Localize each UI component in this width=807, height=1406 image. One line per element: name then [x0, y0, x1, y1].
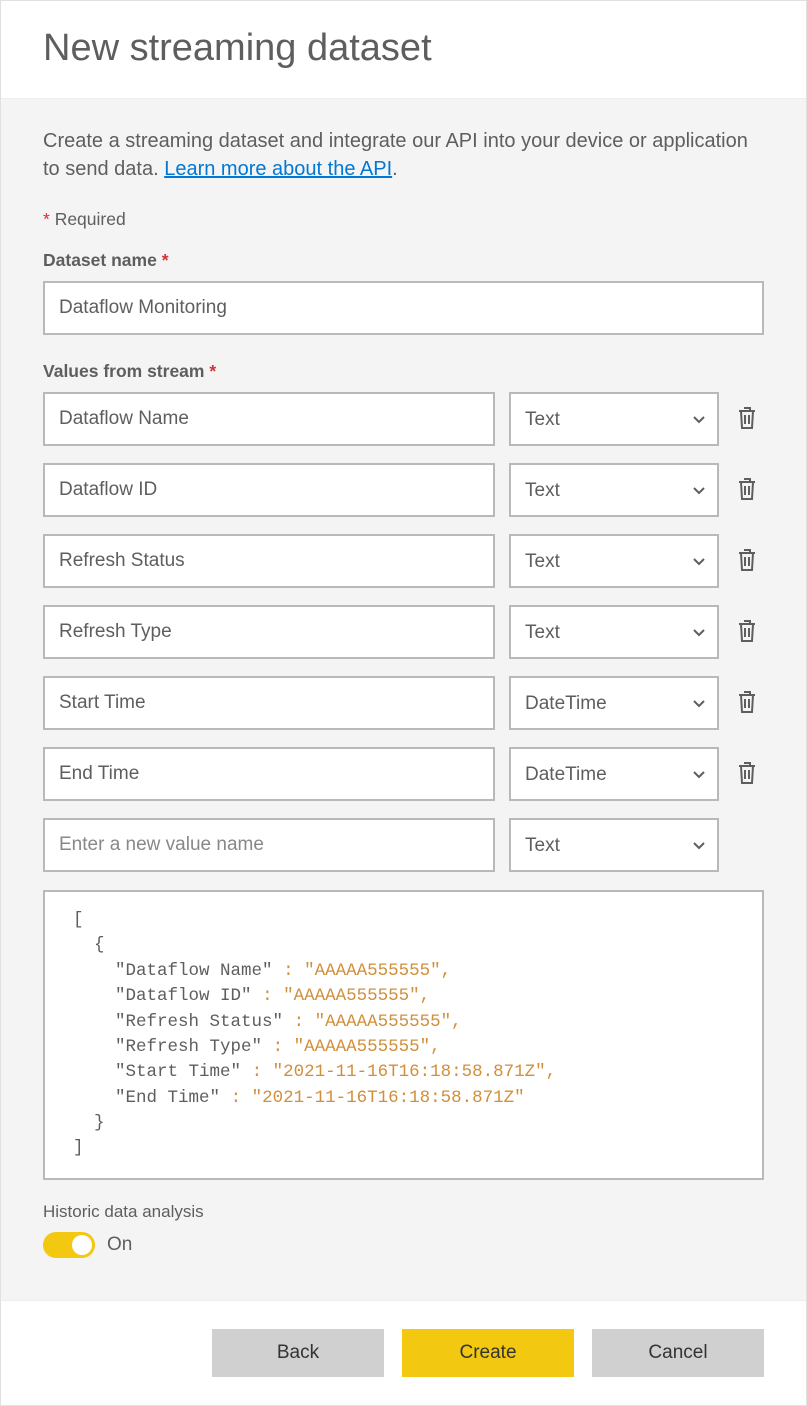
value-name-input[interactable] [43, 676, 495, 730]
required-label: Required [55, 209, 126, 229]
dataset-name-input[interactable] [43, 281, 764, 335]
value-row: Text [43, 463, 764, 517]
delete-value-button[interactable] [733, 687, 761, 717]
delete-value-button[interactable] [733, 758, 761, 788]
value-name-input[interactable] [43, 392, 495, 446]
value-type-select[interactable]: Text [509, 605, 719, 659]
value-type-select[interactable]: Text [509, 463, 719, 517]
asterisk-icon: * [43, 209, 50, 229]
dataset-name-field: Dataset name * [43, 250, 764, 335]
value-row: Text [43, 605, 764, 659]
dialog-footer: Back Create Cancel [1, 1300, 806, 1405]
value-row: Text [43, 392, 764, 446]
create-button[interactable]: Create [402, 1329, 574, 1377]
trash-icon [735, 760, 759, 786]
value-row: Text [43, 818, 764, 872]
delete-value-button[interactable] [733, 403, 761, 433]
historic-toggle-state: On [107, 1234, 132, 1256]
back-button[interactable]: Back [212, 1329, 384, 1377]
trash-icon [735, 476, 759, 502]
values-from-stream-section: Values from stream * Text Text Text Text Dat… [43, 361, 764, 872]
historic-toggle[interactable] [43, 1232, 95, 1258]
cancel-button[interactable]: Cancel [592, 1329, 764, 1377]
value-type-select[interactable]: Text [509, 818, 719, 872]
learn-more-link[interactable]: Learn more about the API [164, 158, 392, 180]
value-name-input[interactable] [43, 605, 495, 659]
historic-data-label: Historic data analysis [43, 1202, 764, 1222]
value-name-input[interactable] [43, 463, 495, 517]
delete-value-button[interactable] [733, 616, 761, 646]
value-type-select[interactable]: DateTime [509, 747, 719, 801]
new-value-name-input[interactable] [43, 818, 495, 872]
trash-icon [735, 405, 759, 431]
dialog-body: Create a streaming dataset and integrate… [1, 99, 806, 1300]
asterisk-icon: * [162, 250, 169, 270]
intro-text: Create a streaming dataset and integrate… [43, 127, 764, 183]
toggle-knob-icon [72, 1235, 92, 1255]
delete-value-button[interactable] [733, 474, 761, 504]
trash-icon [735, 618, 759, 644]
value-row: Text [43, 534, 764, 588]
value-name-input[interactable] [43, 747, 495, 801]
value-row: DateTime [43, 747, 764, 801]
page-title: New streaming dataset [43, 27, 764, 70]
intro-after: . [392, 158, 398, 180]
trash-icon [735, 547, 759, 573]
value-type-select[interactable]: DateTime [509, 676, 719, 730]
value-type-select[interactable]: Text [509, 534, 719, 588]
json-preview: [ { "Dataflow Name" : "AAAAA555555", "Da… [43, 890, 764, 1180]
dialog-header: New streaming dataset [1, 1, 806, 99]
delete-value-button[interactable] [733, 545, 761, 575]
asterisk-icon: * [209, 361, 216, 381]
values-from-stream-label: Values from stream * [43, 361, 764, 382]
required-note: * Required [43, 209, 764, 230]
historic-data-section: Historic data analysis On [43, 1202, 764, 1258]
dataset-name-label: Dataset name * [43, 250, 764, 271]
value-name-input[interactable] [43, 534, 495, 588]
value-type-select[interactable]: Text [509, 392, 719, 446]
trash-icon [735, 689, 759, 715]
value-row: DateTime [43, 676, 764, 730]
